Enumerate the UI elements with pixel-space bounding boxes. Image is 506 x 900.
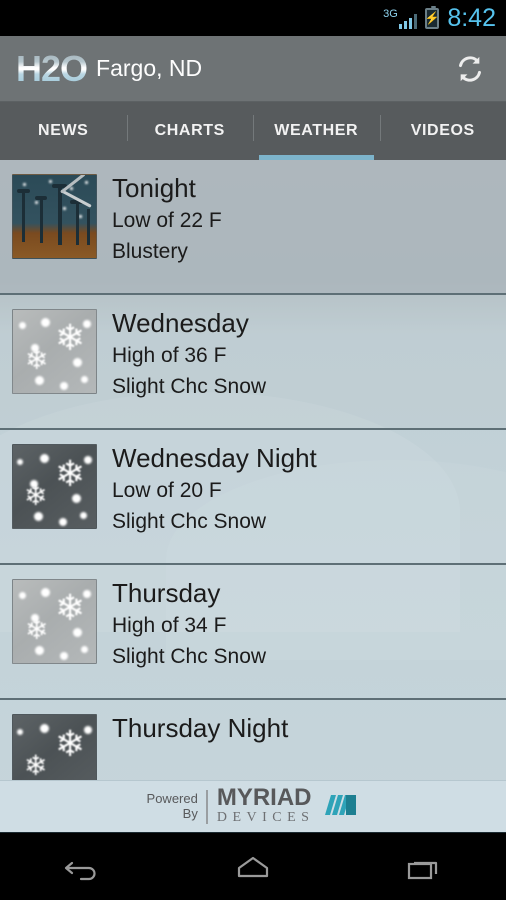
brand-secondary-label: DEVICES	[216, 810, 315, 826]
tab-bar: NEWS CHARTS WEATHER VIDEOS	[0, 102, 506, 160]
forecast-period: Thursday Night	[112, 713, 289, 743]
tab-weather-label: WEATHER	[274, 122, 359, 139]
home-icon	[237, 856, 269, 877]
tab-news[interactable]: NEWS	[0, 102, 127, 160]
tab-news-label: NEWS	[38, 122, 89, 139]
forecast-condition: Blustery	[112, 239, 188, 263]
forecast-condition: Slight Chc Snow	[112, 374, 267, 398]
bolt-glyph: ⚡	[424, 11, 440, 25]
forecast-row[interactable]: ❄ ❄ Wednesday High of 36 F Slight Chc Sn…	[0, 295, 506, 430]
status-bar-clock: 8:42	[447, 3, 496, 32]
tab-weather[interactable]: WEATHER	[253, 102, 380, 160]
powered-label: Powered	[146, 790, 198, 806]
battery-charging-icon: ⚡	[424, 5, 440, 29]
app-logo: H2O	[16, 47, 88, 89]
forecast-temperature: Low of 22 F	[112, 208, 222, 232]
forecast-period: Wednesday	[112, 308, 249, 338]
nav-recents-button[interactable]	[384, 839, 460, 895]
status-bar-icons: 3G ⚡ 8:42	[383, 3, 496, 32]
forecast-temperature: High of 36 F	[112, 343, 227, 367]
network-type-label: 3G	[383, 8, 398, 20]
forecast-text: Wednesday Night Low of 20 F Slight Chc S…	[112, 443, 317, 536]
forecast-text: Thursday Night	[112, 713, 289, 744]
forecast-text: Tonight Low of 22 F Blustery	[112, 173, 222, 266]
forecast-text: Wednesday High of 36 F Slight Chc Snow	[112, 308, 267, 401]
by-label: By	[182, 805, 198, 821]
phone-screen: 3G ⚡ 8:42 H2O Fargo, ND NEWS CHARTS WEAT…	[0, 0, 506, 900]
forecast-temperature: Low of 20 F	[112, 478, 222, 502]
tab-charts-label: CHARTS	[154, 122, 225, 139]
refresh-button[interactable]	[450, 49, 490, 89]
snow-day-icon: ❄ ❄	[12, 309, 97, 394]
myriad-pages-icon	[319, 789, 359, 825]
windmill-night-icon	[12, 174, 97, 259]
back-arrow-icon	[65, 861, 96, 880]
forecast-row[interactable]: Tonight Low of 22 F Blustery	[0, 160, 506, 295]
snow-night-icon: ❄ ❄	[12, 444, 97, 529]
status-bar: 3G ⚡ 8:42	[0, 0, 506, 36]
nav-back-button[interactable]	[46, 839, 122, 895]
nav-home-button[interactable]	[215, 839, 291, 895]
forecast-period: Tonight	[112, 173, 196, 203]
location-title: Fargo, ND	[96, 55, 203, 81]
tab-videos-label: VIDEOS	[410, 122, 475, 139]
forecast-row[interactable]: ❄ ❄ Thursday High of 34 F Slight Chc Sno…	[0, 565, 506, 700]
snow-day-icon: ❄ ❄	[12, 579, 97, 664]
signal-icon: 3G	[383, 7, 418, 29]
tab-videos[interactable]: VIDEOS	[379, 102, 506, 160]
forecast-condition: Slight Chc Snow	[112, 509, 267, 533]
myriad-wordmark: MYRIAD DEVICES	[208, 784, 315, 826]
recent-apps-icon	[407, 861, 437, 879]
forecast-condition: Slight Chc Snow	[112, 644, 267, 668]
forecast-list[interactable]: Tonight Low of 22 F Blustery ❄ ❄ Wednesd…	[0, 160, 506, 832]
android-nav-bar	[0, 832, 506, 900]
powered-by-label: Powered By	[146, 790, 206, 822]
sponsor-banner-content: Powered By MYRIAD DEVICES	[146, 784, 360, 826]
stacked-pages-icon	[325, 794, 357, 815]
tab-charts[interactable]: CHARTS	[126, 102, 254, 160]
brand-primary-label: MYRIAD	[216, 784, 312, 812]
forecast-row[interactable]: ❄ ❄ Wednesday Night Low of 20 F Slight C…	[0, 430, 506, 565]
sponsor-banner[interactable]: Powered By MYRIAD DEVICES	[0, 780, 506, 832]
action-bar: H2O Fargo, ND	[0, 36, 506, 102]
signal-bars-icon	[398, 13, 418, 29]
forecast-period: Thursday	[112, 578, 221, 608]
refresh-icon	[459, 55, 481, 82]
forecast-temperature: High of 34 F	[112, 613, 227, 637]
forecast-text: Thursday High of 34 F Slight Chc Snow	[112, 578, 267, 671]
forecast-period: Wednesday Night	[112, 443, 317, 473]
